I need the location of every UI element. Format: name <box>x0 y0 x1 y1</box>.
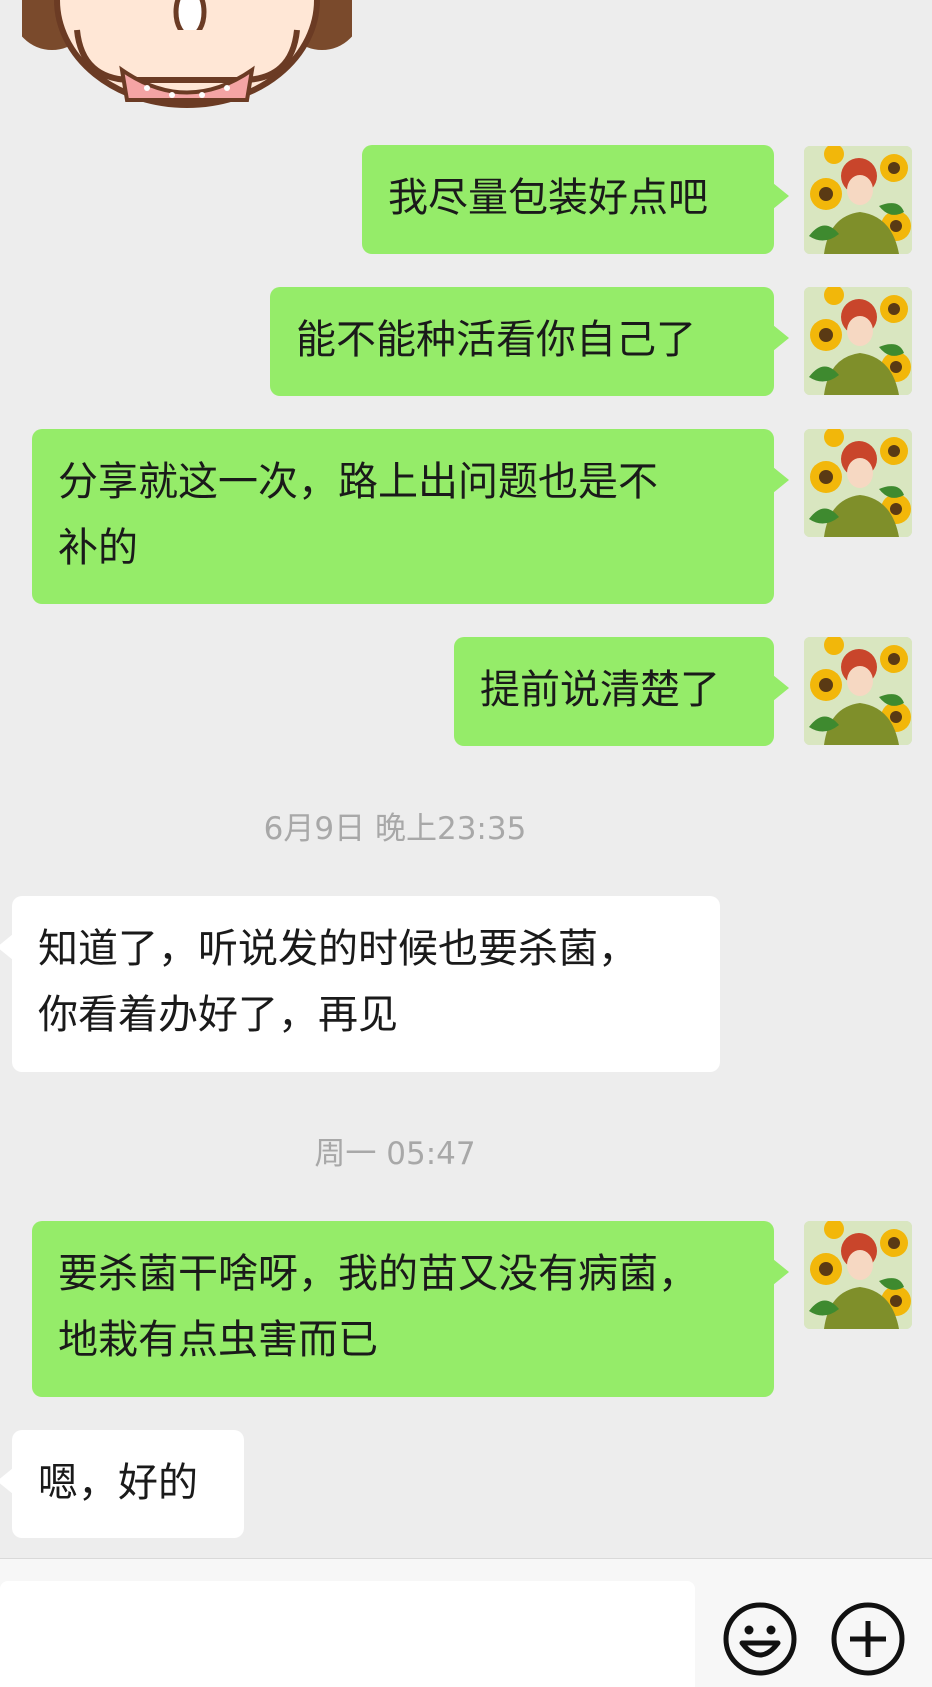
message-input-bar <box>0 1558 932 1687</box>
message-input[interactable] <box>0 1581 695 1687</box>
message-bubble-sent[interactable]: 能不能种活看你自己了 <box>270 287 789 396</box>
message-text: 你看着办好了，再见 <box>38 992 398 1038</box>
message-text: 我尽量包装好点吧 <box>388 175 708 221</box>
message-text: 补的 <box>58 525 138 571</box>
plus-icon[interactable] <box>830 1601 906 1677</box>
message-bubble-received[interactable]: 嗯，好的 <box>0 1430 244 1538</box>
message-bubble-sent[interactable]: 要杀菌干啥呀，我的苗又没有病菌， 地栽有点虫害而已 <box>32 1221 789 1397</box>
message-bubble-received[interactable]: 知道了，听说发的时候也要杀菌， 你看着办好了，再见 <box>0 896 720 1072</box>
my-avatar[interactable] <box>804 287 912 395</box>
message-text: 能不能种活看你自己了 <box>296 317 696 363</box>
my-avatar[interactable] <box>804 1221 912 1329</box>
message-bubble-sent[interactable]: 分享就这一次，路上出问题也是不 补的 <box>32 429 789 604</box>
my-avatar[interactable] <box>804 637 912 745</box>
message-text: 知道了，听说发的时候也要杀菌， <box>38 926 638 972</box>
chat-screen: 我尽量包装好点吧 能不能种活看你自己了 分享就这一次，路上出问题也是不 补的 提… <box>0 0 932 1687</box>
cartoon-girl-sticker[interactable] <box>22 0 352 115</box>
smiley-icon[interactable] <box>722 1601 798 1677</box>
chat-timestamp: 周一 05:47 <box>314 1136 476 1172</box>
my-avatar[interactable] <box>804 146 912 254</box>
message-text: 地栽有点虫害而已 <box>58 1317 378 1363</box>
my-avatar[interactable] <box>804 429 912 537</box>
message-text: 要杀菌干啥呀，我的苗又没有病菌， <box>58 1251 698 1297</box>
message-bubble-sent[interactable]: 提前说清楚了 <box>454 637 789 746</box>
message-bubble-sent[interactable]: 我尽量包装好点吧 <box>362 145 789 254</box>
chat-timestamp: 6月9日 晚上23:35 <box>263 811 527 847</box>
message-text: 分享就这一次，路上出问题也是不 <box>58 459 658 505</box>
message-text: 提前说清楚了 <box>480 667 720 713</box>
message-text: 嗯，好的 <box>38 1460 198 1506</box>
